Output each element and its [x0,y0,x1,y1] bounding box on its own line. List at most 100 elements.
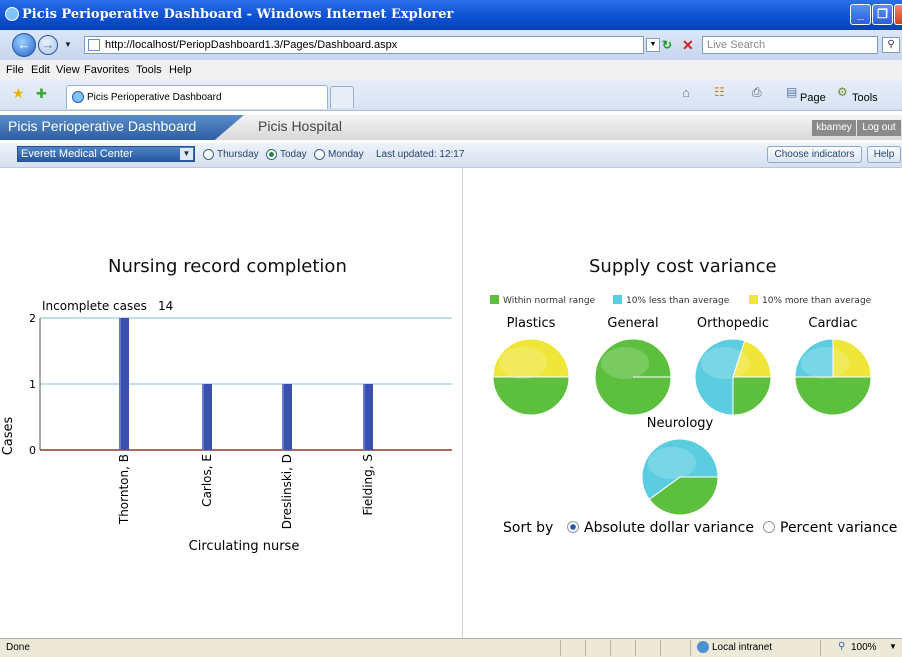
address-toolbar: ← → ▼ http://localhost/PeriopDashboard1.… [0,30,902,60]
menu-view[interactable]: View [56,64,80,76]
y-tick-label: 2 [29,312,36,325]
hospital-name: Picis Hospital [258,118,343,134]
pie-title: Orthopedic [697,316,769,331]
x-axis-title: Circulating nurse [189,539,300,554]
status-divider [635,640,636,656]
y-tick-label: 0 [29,444,36,457]
day-radio-today[interactable] [266,149,277,160]
pie-title: Neurology [647,416,714,431]
address-url: http://localhost/PeriopDashboard1.3/Page… [105,39,398,51]
page-menu-icon: ▤ [786,85,798,99]
legend-label: Within normal range [503,296,596,306]
status-divider [690,640,691,656]
x-tick-label: Carlos, E [200,454,214,507]
tools-menu-button[interactable]: Tools [852,92,878,104]
pie-gloss [601,347,649,379]
menu-help[interactable]: Help [169,64,192,76]
day-radio-thursday[interactable] [203,149,214,160]
x-tick-label: Dreslinski, D [280,454,294,529]
tab-label: Picis Perioperative Dashboard [87,92,222,103]
window-title-bar: Picis Perioperative Dashboard - Windows … [0,0,902,30]
legend-label: 10% less than average [626,296,730,306]
choose-indicators-button[interactable]: Choose indicators [767,146,862,163]
close-icon[interactable] [894,4,902,25]
day-label-thursday: Thursday [217,149,259,160]
new-tab-button[interactable] [330,86,354,108]
x-tick-label: Thornton, B [117,454,131,525]
nursing-bar-chart: Incomplete cases 14 Cases Circulating nu… [1,299,452,554]
day-label-monday: Monday [328,149,364,160]
zoom-dropdown-icon[interactable]: ▼ [889,642,897,651]
status-divider [820,640,821,656]
status-bar: Done Local intranet ⚲ 100% ▼ [0,638,902,657]
stop-icon[interactable]: ✕ [682,37,696,53]
sort-radio-percent [763,521,775,533]
last-updated: Last updated: 12:17 [376,149,465,160]
ie-logo-icon [5,7,19,21]
tab-dashboard[interactable]: Picis Perioperative Dashboard [66,85,328,109]
status-divider [560,640,561,656]
tools-gear-icon: ⚙ [837,85,848,99]
menu-bar: File Edit View Favorites Tools Help [0,60,902,81]
recent-pages-dropdown-icon[interactable]: ▼ [64,40,72,49]
status-divider [610,640,611,656]
back-button[interactable]: ← [12,33,36,57]
menu-favorites[interactable]: Favorites [84,64,129,76]
x-tick-label: Fielding, S [361,454,375,516]
user-name: kbarney [812,120,856,136]
pie-gloss [801,347,849,379]
facility-select[interactable]: Everett Medical Center ▼ [17,146,195,162]
sort-label: Sort by [503,520,553,536]
status-text: Done [6,642,30,653]
status-divider [585,640,586,656]
pie-slice [492,376,570,416]
chevron-down-icon: ▼ [180,148,193,160]
logout-button[interactable]: Log out [857,120,901,136]
search-placeholder: Live Search [707,39,766,51]
page-menu-button[interactable]: Page [800,92,826,104]
pie-gloss [499,347,547,379]
legend-label: 10% more than average [762,296,872,306]
help-button[interactable]: Help [867,146,901,163]
menu-edit[interactable]: Edit [31,64,50,76]
facility-value: Everett Medical Center [21,148,133,160]
maximize-icon[interactable]: ❐ [872,4,893,25]
pie-slice [794,376,872,416]
search-input[interactable]: Live Search [702,36,878,54]
add-favorite-icon[interactable]: ✚ [36,86,47,102]
address-bar[interactable]: http://localhost/PeriopDashboard1.3/Page… [84,36,644,54]
menu-tools[interactable]: Tools [136,64,162,76]
y-axis-title: Cases [1,416,16,455]
sort-option-label: Percent variance [780,520,897,536]
window-title: Picis Perioperative Dashboard - Windows … [22,7,454,22]
minimize-icon[interactable]: _ [850,4,871,25]
supply-pie-charts: Within normal range 10% less than average… [490,295,897,536]
status-divider [660,640,661,656]
pie-title: Cardiac [808,316,857,331]
print-icon[interactable]: ⎙ [752,85,762,100]
day-label-today: Today [280,149,307,160]
favorites-star-icon[interactable]: ★ [12,85,25,102]
day-radio-monday[interactable] [314,149,325,160]
zoom-level[interactable]: 100% [851,642,877,653]
ie-page-icon [72,91,84,103]
menu-file[interactable]: File [6,64,24,76]
sort-option-label: Absolute dollar variance [584,520,754,536]
home-icon[interactable]: ⌂ [682,85,690,100]
feeds-icon[interactable]: ☷ [714,85,725,99]
refresh-icon[interactable]: ↻ [662,38,678,52]
search-icon[interactable]: ⚲ [882,37,900,53]
security-zone: Local intranet [712,642,773,653]
y-tick-label: 1 [29,378,36,391]
pie-slice [732,376,772,416]
intranet-globe-icon [697,641,709,653]
pie-title: General [607,316,658,331]
forward-button[interactable]: → [38,35,58,55]
pie-gloss [648,447,696,479]
incomplete-cases-count: 14 [158,299,173,313]
legend-swatch [490,295,499,304]
pie-gloss [701,347,749,379]
pie-title: Plastics [507,316,556,331]
legend-swatch [749,295,758,304]
address-dropdown-icon[interactable]: ▼ [646,38,660,52]
